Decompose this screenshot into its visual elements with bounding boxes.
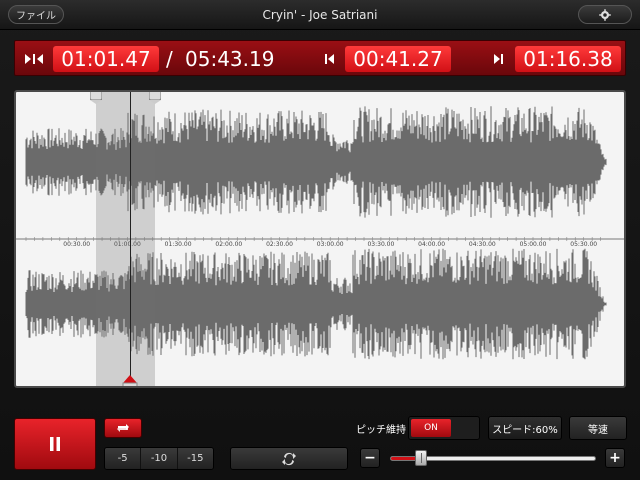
loop-start-time[interactable]: 00:41.27 — [345, 46, 451, 72]
current-time: 01:01.47 — [53, 46, 159, 72]
playhead[interactable] — [129, 92, 131, 386]
time-separator: / — [166, 47, 173, 71]
jump-to-playhead-icon — [25, 54, 43, 64]
loop-start-button[interactable] — [317, 49, 343, 69]
playhead-marker[interactable] — [121, 374, 139, 386]
loop-reset-icon — [282, 452, 296, 465]
file-button[interactable]: ファイル — [8, 5, 64, 24]
loop-reset-button[interactable] — [230, 447, 348, 470]
time-axis-label: 02:30.00 — [266, 241, 293, 248]
time-axis-label: 04:00.00 — [418, 241, 445, 248]
time-axis-label: 02:00.00 — [215, 241, 242, 248]
time-axis-label: 00:30.00 — [63, 241, 90, 248]
time-axis-label: 03:30.00 — [367, 241, 394, 248]
loop-selection[interactable] — [95, 92, 156, 386]
skip-back-10-button[interactable]: -10 — [141, 448, 178, 469]
loop-end-time[interactable]: 01:16.38 — [515, 46, 621, 72]
speed-readout: スピード:60% — [488, 416, 562, 440]
song-title: Cryin' - Joe Satriani — [262, 8, 378, 22]
pitch-keep-on: ON — [411, 419, 451, 437]
gear-icon — [599, 8, 611, 21]
pause-icon — [50, 437, 60, 451]
time-axis-label: 05:00.00 — [520, 241, 547, 248]
loop-end-handle[interactable] — [148, 92, 162, 104]
loop-icon — [117, 424, 129, 432]
skip-back-group: -5 -10 -15 — [104, 447, 214, 470]
loop-end-button[interactable] — [485, 49, 511, 69]
speed-increase-button[interactable]: + — [605, 448, 625, 468]
time-axis-label: 01:30.00 — [165, 241, 192, 248]
time-bar: 01:01.47 / 05:43.19 00:41.27 01:16.38 — [14, 40, 626, 76]
app-window: ファイル Cryin' - Joe Satriani 01:01.47 / 05… — [0, 0, 640, 480]
loop-start-icon — [325, 54, 334, 64]
time-axis-label: 03:00.00 — [317, 241, 344, 248]
loop-end-icon — [494, 54, 503, 64]
pitch-keep-label: ピッチ維持 — [356, 424, 406, 436]
waveform-panel[interactable]: 00:30.00 01:00.00 01:30.00 02:00.00 02:30.00… — [14, 90, 626, 388]
top-bar: ファイル Cryin' - Joe Satriani — [0, 0, 640, 30]
loop-start-handle[interactable] — [89, 92, 103, 104]
time-axis-label: 04:30.00 — [469, 241, 496, 248]
speed-decrease-button[interactable]: − — [360, 448, 380, 468]
time-axis-label: 05:30.00 — [570, 241, 597, 248]
pitch-keep-toggle[interactable]: ON — [408, 416, 480, 440]
settings-button[interactable] — [578, 5, 632, 24]
skip-back-5-button[interactable]: -5 — [105, 448, 142, 469]
speed-slider-thumb[interactable] — [414, 450, 427, 466]
loop-toggle-button[interactable] — [104, 418, 142, 438]
jump-to-playhead-button[interactable] — [21, 49, 47, 69]
total-time: 05:43.19 — [185, 47, 275, 71]
skip-back-15-button[interactable]: -15 — [177, 448, 213, 469]
pause-button[interactable] — [14, 418, 96, 470]
normal-speed-button[interactable]: 等速 — [569, 416, 627, 440]
